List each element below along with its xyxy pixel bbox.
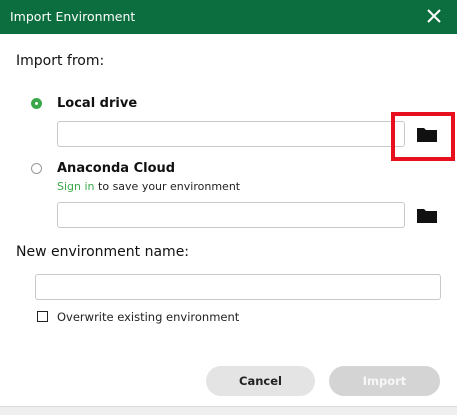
close-icon[interactable] [423, 5, 445, 27]
local-drive-label: Local drive [57, 96, 138, 111]
cancel-button[interactable]: Cancel [206, 366, 315, 396]
import-button[interactable]: Import [329, 366, 440, 396]
overwrite-label: Overwrite existing environment [57, 310, 240, 324]
import-from-heading: Import from: [16, 53, 105, 69]
sign-in-hint-text: to save your environment [94, 180, 241, 193]
env-name-input[interactable] [35, 274, 441, 300]
background-strip [0, 406, 457, 415]
sign-in-link[interactable]: Sign in [57, 180, 95, 193]
anaconda-cloud-label: Anaconda Cloud [57, 161, 176, 176]
overwrite-checkbox[interactable] [37, 311, 48, 322]
dialog-titlebar: Import Environment [0, 0, 457, 34]
env-name-heading: New environment name: [16, 244, 190, 260]
dialog-title: Import Environment [10, 9, 136, 24]
local-drive-path-input[interactable] [57, 121, 405, 147]
anaconda-cloud-radio[interactable] [31, 163, 42, 174]
folder-icon[interactable] [416, 206, 438, 224]
local-drive-radio[interactable] [31, 98, 42, 109]
anaconda-cloud-path-input[interactable] [57, 202, 405, 228]
sign-in-hint: Sign in to save your environment [57, 180, 240, 193]
highlight-box [391, 112, 455, 161]
